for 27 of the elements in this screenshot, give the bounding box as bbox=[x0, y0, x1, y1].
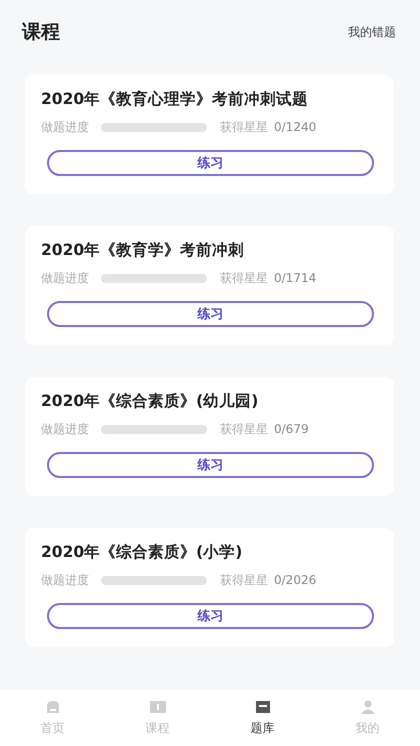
practice-button[interactable]: 练习 bbox=[47, 150, 374, 176]
progress-label: 做题进度 bbox=[41, 572, 89, 588]
stars-label: 获得星星 bbox=[220, 118, 268, 136]
stars-count: 0/1240 bbox=[274, 120, 316, 134]
tab-item[interactable]: 题库 bbox=[210, 690, 315, 746]
home-icon bbox=[44, 700, 60, 714]
course-title: 2020年《综合素质》(小学) bbox=[41, 542, 244, 562]
practice-button[interactable]: 练习 bbox=[47, 452, 374, 478]
stars-label: 获得星星 bbox=[220, 420, 268, 438]
practice-button[interactable]: 练习 bbox=[47, 603, 374, 629]
progress-label: 做题进度 bbox=[41, 420, 89, 438]
practice-button[interactable]: 练习 bbox=[47, 301, 374, 327]
stars-count: 0/679 bbox=[274, 422, 309, 436]
stars-count: 0/2026 bbox=[274, 573, 316, 587]
progress-label: 做题进度 bbox=[41, 270, 89, 286]
progress-label: 做题进度 bbox=[41, 118, 89, 136]
wrong-questions-link[interactable]: 我的错题 bbox=[348, 24, 396, 40]
page-title: 课程 bbox=[22, 20, 60, 45]
stars-label: 获得星星 bbox=[220, 270, 268, 286]
course-title: 2020年《教育心理学》考前冲刺试题 bbox=[41, 89, 310, 109]
course-title: 2020年《教育学》考前冲刺 bbox=[41, 240, 246, 260]
stars-count: 0/1714 bbox=[274, 271, 316, 285]
person-icon bbox=[360, 700, 376, 714]
list-icon bbox=[254, 700, 270, 714]
course-title: 2020年《综合素质》(幼儿园) bbox=[41, 391, 260, 411]
stars-label: 获得星星 bbox=[220, 572, 268, 588]
book-icon bbox=[148, 700, 166, 714]
